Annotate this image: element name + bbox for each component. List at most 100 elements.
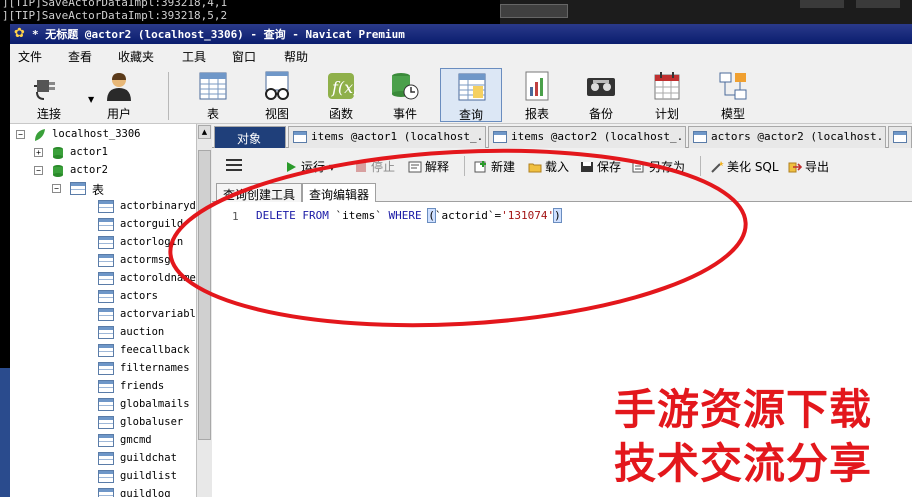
background-window-button <box>856 0 900 8</box>
new-icon <box>474 161 486 173</box>
tab-items-actor2[interactable]: items @actor2 (localhost_... <box>488 126 686 148</box>
tree-table-item[interactable]: gmcmd <box>14 432 194 450</box>
menu-view[interactable]: 查看 <box>68 48 92 65</box>
tree-table-item[interactable]: globalmails <box>14 396 194 414</box>
export-button[interactable]: 导出 <box>788 158 829 175</box>
table-icon <box>98 416 114 429</box>
tab-query-current[interactable] <box>888 126 912 148</box>
explain-button[interactable]: 解释 <box>408 158 449 175</box>
tab-query-editor[interactable]: 查询编辑器 <box>302 183 377 202</box>
menu-file[interactable]: 文件 <box>18 48 42 65</box>
tree-table-item[interactable]: auction <box>14 324 194 342</box>
export-arrow-icon <box>788 162 802 173</box>
beautify-sql-label: 美化 SQL <box>727 160 779 174</box>
tree-table-item[interactable]: actoroldname <box>14 270 196 288</box>
backup-button[interactable]: 备份 <box>570 68 632 122</box>
view-button[interactable]: 视图 <box>246 68 308 122</box>
menu-tools[interactable]: 工具 <box>182 48 206 65</box>
sql-paren-close: ) <box>553 208 562 223</box>
menu-window[interactable]: 窗口 <box>232 48 256 65</box>
run-button[interactable]: 运行 ▾ <box>284 158 335 175</box>
toolbar-label: 查询 <box>458 108 483 122</box>
scroll-up-icon[interactable]: ▲ <box>198 125 211 139</box>
table-icon <box>98 254 114 267</box>
tree-database-actor1[interactable]: + actor1 <box>14 144 194 162</box>
tree-table-label: auction <box>120 326 165 338</box>
tree-table-label: guildchat <box>120 452 177 464</box>
event-button[interactable]: 事件 <box>374 68 436 122</box>
stop-button[interactable]: 停止 <box>354 158 395 175</box>
watermark-line: 技术交流分享 <box>614 439 873 488</box>
collapse-icon[interactable]: − <box>16 130 25 139</box>
sql-code-line[interactable]: DELETE FROM `items` WHERE (`actorid`='13… <box>256 208 562 223</box>
tables-folder-icon <box>70 182 86 195</box>
tree-database-actor2[interactable]: − actor2 <box>14 162 194 180</box>
toolbar-separator <box>464 156 465 176</box>
model-diagram-icon <box>719 72 747 100</box>
new-button[interactable]: 新建 <box>474 158 515 175</box>
background-window <box>500 0 912 24</box>
table-icon <box>98 434 114 447</box>
table-button[interactable]: 表 <box>182 68 244 122</box>
tree-table-item[interactable]: guildlog <box>14 486 194 497</box>
toolbar-label: 事件 <box>392 107 417 121</box>
tree-connection-localhost[interactable]: − localhost_3306 <box>14 126 194 144</box>
toolbar-label: 函数 <box>328 107 353 121</box>
window-title: * 无标题 @actor2 (localhost_3306) - 查询 - Na… <box>32 28 405 41</box>
tree-table-item[interactable]: actorvariable <box>14 306 199 324</box>
query-button[interactable]: 查询 <box>440 68 502 122</box>
tree-table-item[interactable]: actorguild <box>14 216 194 234</box>
tab-objects[interactable]: 对象 <box>214 126 286 148</box>
toolbar-label: 报表 <box>524 107 549 121</box>
tree-table-item[interactable]: actors <box>14 288 194 306</box>
new-label: 新建 <box>491 160 516 174</box>
menu-help[interactable]: 帮助 <box>284 48 308 65</box>
tab-actors-actor2[interactable]: actors @actor2 (localhost... <box>688 126 886 148</box>
collapse-icon[interactable]: − <box>52 184 61 193</box>
menu-hamburger-icon[interactable] <box>226 159 242 171</box>
explain-icon <box>408 161 422 173</box>
toolbar-label: 表 <box>206 107 219 121</box>
collapse-icon[interactable]: − <box>34 166 43 175</box>
tree-table-item[interactable]: guildchat <box>14 450 194 468</box>
table-icon <box>98 236 114 249</box>
tab-query-builder[interactable]: 查询创建工具 <box>216 183 303 202</box>
desktop-background <box>0 368 10 497</box>
tab-label: 对象 <box>237 132 262 146</box>
tree-table-item[interactable]: actorlogin <box>14 234 194 252</box>
tree-group-tables[interactable]: − 表 <box>14 180 194 198</box>
save-as-label: 另存为 <box>649 160 686 174</box>
menu-favorites[interactable]: 收藏夹 <box>118 48 154 65</box>
function-button[interactable]: f(x) 函数 <box>310 68 372 122</box>
connection-button[interactable]: 连接 ▼ <box>18 68 94 122</box>
tree-table-item[interactable]: filternames <box>14 360 194 378</box>
toolbar-label: 用户 <box>106 107 131 121</box>
tree-scrollbar[interactable]: ▲ <box>196 124 212 497</box>
connection-leaf-icon <box>35 129 45 141</box>
tree-table-item[interactable]: guildlist <box>14 468 194 486</box>
save-label: 保存 <box>597 160 622 174</box>
report-button[interactable]: 报表 <box>506 68 568 122</box>
user-button[interactable]: 用户 <box>88 68 150 122</box>
scrollbar-thumb[interactable] <box>198 150 211 440</box>
tree-table-label: globalmails <box>120 398 190 410</box>
model-button[interactable]: 模型 <box>702 68 764 122</box>
tab-label: items @actor1 (localhost_... <box>311 130 486 143</box>
title-bar[interactable]: ✿ * 无标题 @actor2 (localhost_3306) - 查询 - … <box>10 24 912 44</box>
tree-table-item[interactable]: globaluser <box>14 414 194 432</box>
tree-table-item[interactable]: feecallback <box>14 342 194 360</box>
save-as-button[interactable]: 另存为 <box>632 158 685 175</box>
schedule-button[interactable]: 计划 <box>636 68 698 122</box>
beautify-sql-button[interactable]: 美化 SQL <box>710 158 779 175</box>
load-button[interactable]: 载入 <box>528 158 569 175</box>
tree-table-item[interactable]: actormsg <box>14 252 194 270</box>
save-button[interactable]: 保存 <box>580 158 621 175</box>
expand-icon[interactable]: + <box>34 148 43 157</box>
query-icon <box>893 131 907 143</box>
tree-table-item[interactable]: actorbinaryda <box>14 198 199 216</box>
run-play-icon <box>287 162 296 172</box>
tree-table-item[interactable]: friends <box>14 378 194 396</box>
tab-items-actor1[interactable]: items @actor1 (localhost_... <box>288 126 486 148</box>
svg-text:f(x): f(x) <box>331 78 356 97</box>
export-label: 导出 <box>805 160 830 174</box>
